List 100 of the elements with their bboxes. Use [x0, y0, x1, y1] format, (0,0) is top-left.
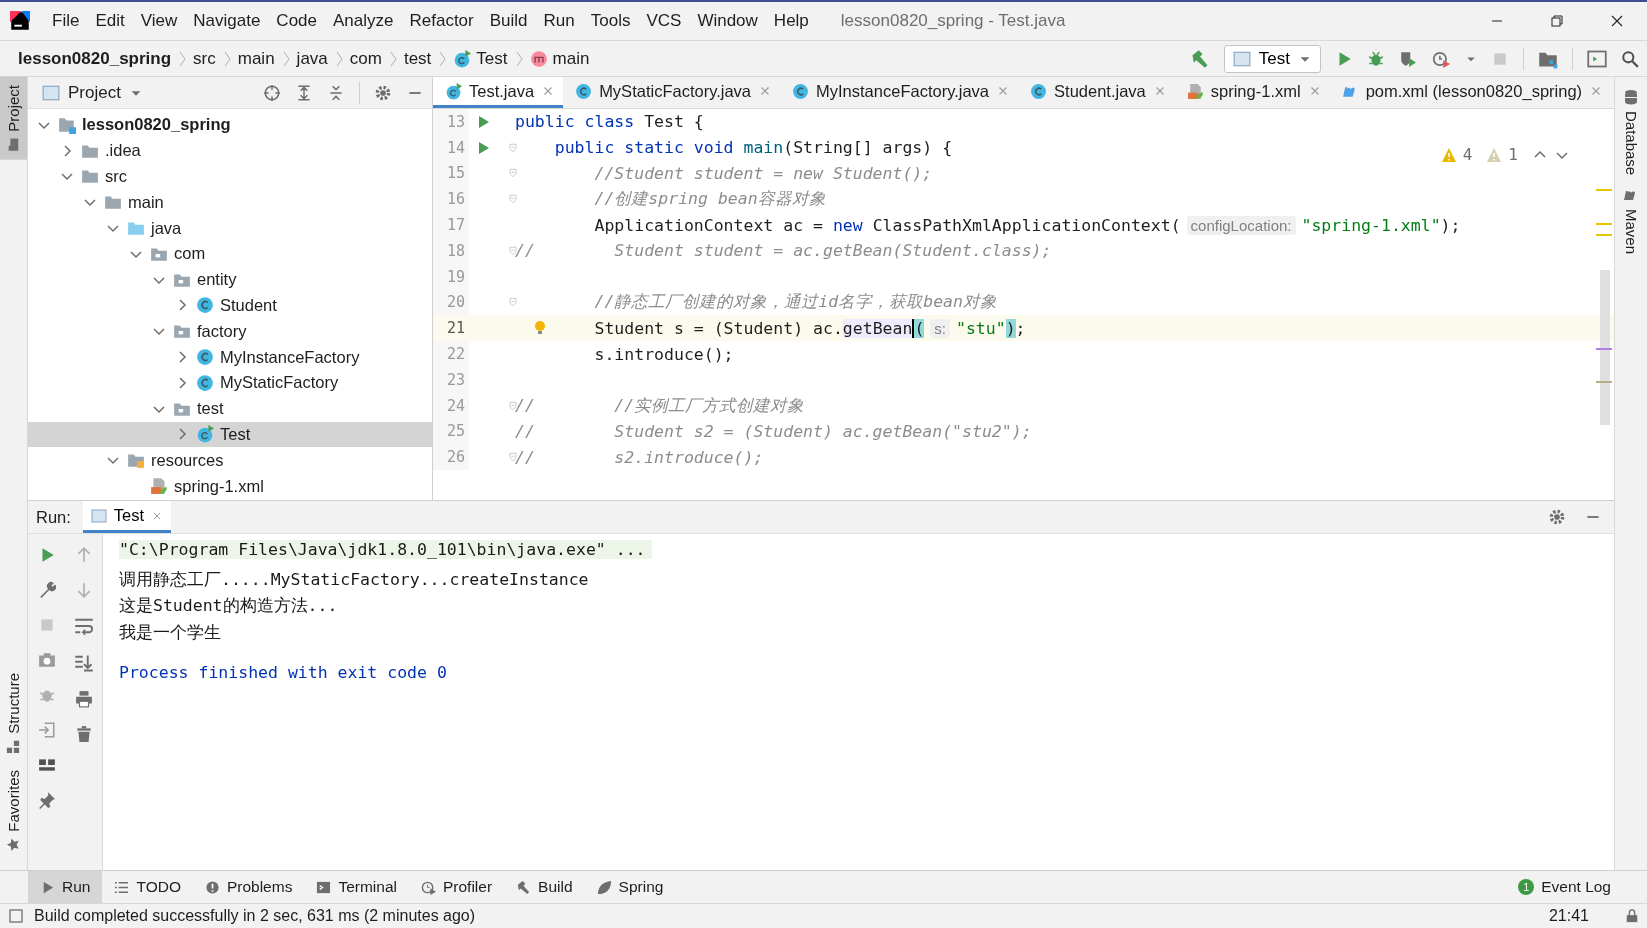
menu-item[interactable]: Refactor: [401, 8, 482, 34]
menu-item[interactable]: Tools: [582, 8, 639, 34]
menu-item[interactable]: Edit: [87, 8, 133, 34]
line-number: 24: [433, 392, 469, 419]
soft-wrap-icon[interactable]: [73, 616, 94, 636]
weak-warning-marker[interactable]: [1596, 381, 1612, 383]
code-line: // Student s2 = (Student) ac.getBean("stu2");: [515, 421, 1032, 441]
tree-item[interactable]: spring-1.xml: [28, 473, 432, 499]
breadcrumb[interactable]: test: [399, 48, 436, 69]
tree-item[interactable]: resources: [28, 447, 432, 474]
warning-marker[interactable]: [1596, 234, 1612, 236]
window-title: lesson0820_spring - Test.java: [840, 11, 1067, 31]
cursor-position[interactable]: 21:41: [1548, 907, 1589, 925]
breadcrumb[interactable]: lesson0820_spring: [14, 48, 176, 69]
editor-tab[interactable]: Test.java: [433, 77, 564, 108]
tree-item[interactable]: Student: [28, 292, 432, 319]
tool-window-tab[interactable]: Spring: [584, 871, 676, 903]
search-icon[interactable]: [1621, 49, 1639, 68]
tree-item[interactable]: src: [28, 163, 432, 190]
line-number: 22: [433, 341, 469, 367]
lock-icon[interactable]: [1625, 909, 1639, 923]
console-line: 调用静态工厂.....MyStaticFactory...createInstance: [119, 568, 589, 591]
warning-marker[interactable]: [1596, 189, 1612, 191]
menu-item[interactable]: Build: [481, 8, 536, 34]
tool-window-tab[interactable]: Maven: [1620, 183, 1642, 259]
layout-icon[interactable]: [37, 756, 56, 774]
breadcrumb[interactable]: main: [233, 48, 279, 69]
editor-tab[interactable]: MyStaticFactory.java: [563, 77, 781, 108]
breadcrumb[interactable]: com: [345, 48, 386, 69]
tree-item[interactable]: Test: [28, 421, 432, 448]
editor-tab[interactable]: spring-1.xml: [1174, 77, 1330, 108]
source-folder-icon: [127, 219, 145, 238]
editor-tab[interactable]: Student.java: [1018, 77, 1175, 108]
run-configuration-dropdown[interactable]: Test: [1223, 44, 1321, 73]
coverage-icon[interactable]: [1399, 49, 1417, 68]
settings-icon[interactable]: [1548, 508, 1566, 526]
breadcrumb[interactable]: Test: [449, 48, 512, 69]
tool-window-tab[interactable]: Profiler: [409, 871, 505, 903]
menu-item[interactable]: Navigate: [185, 8, 269, 34]
tree-item[interactable]: lesson0820_spring: [28, 112, 432, 138]
profiler-icon[interactable]: [1431, 49, 1451, 68]
tree-item[interactable]: com: [28, 241, 432, 267]
code-line: //Student student = new Student();: [593, 164, 933, 183]
warning-marker[interactable]: [1596, 223, 1612, 225]
menu-item[interactable]: Window: [689, 8, 766, 34]
database-icon: [1623, 89, 1639, 105]
editor-tab[interactable]: pom.xml (lesson0820_spring): [1329, 77, 1612, 108]
close-icon[interactable]: [1609, 13, 1625, 29]
locate-icon[interactable]: [263, 83, 281, 102]
runnable-class-icon: [445, 82, 462, 100]
menu-item[interactable]: Run: [535, 8, 583, 34]
camera-icon[interactable]: [37, 651, 56, 669]
menu-item[interactable]: Code: [268, 8, 325, 34]
window-icon: [1232, 49, 1251, 68]
breadcrumb[interactable]: src: [189, 48, 220, 69]
restore-icon[interactable]: [1549, 13, 1565, 29]
event-log-button[interactable]: 1 Event Log: [1512, 877, 1617, 897]
tool-window-tab[interactable]: TODO: [102, 871, 193, 903]
scrollbar-thumb[interactable]: [1600, 270, 1610, 425]
console-tab[interactable]: Test: [82, 501, 172, 533]
scroll-to-end-icon[interactable]: [73, 653, 94, 673]
breadcrumb[interactable]: java: [292, 48, 332, 69]
warning-icon[interactable]: [1440, 146, 1457, 163]
tree-item[interactable]: entity: [28, 266, 432, 293]
tool-window-tab[interactable]: Problems: [192, 871, 305, 903]
tree-item[interactable]: java: [28, 215, 432, 241]
trash-icon[interactable]: [74, 725, 93, 743]
tree-item[interactable]: main: [28, 189, 432, 216]
expand-all-icon[interactable]: [295, 83, 313, 102]
tool-window-tab[interactable]: Project: [0, 77, 27, 160]
structure-icon: [6, 740, 21, 755]
warning-count: 4: [1462, 145, 1473, 164]
tool-window-tab[interactable]: Favorites: [0, 762, 27, 860]
editor-tab[interactable]: MyInstanceFactory.java: [780, 77, 1019, 108]
menu-item[interactable]: View: [132, 8, 186, 34]
breadcrumb[interactable]: main: [525, 48, 594, 69]
menu-item[interactable]: Analyze: [325, 8, 402, 34]
menu-item[interactable]: Help: [765, 8, 817, 34]
terminal-window-icon[interactable]: [1587, 48, 1607, 69]
line-number: 18: [433, 238, 469, 264]
tool-window-tab[interactable]: Structure: [0, 665, 27, 763]
tool-window-tab[interactable]: Database: [1620, 85, 1642, 180]
weak-warning-icon[interactable]: [1486, 146, 1503, 163]
tree-item[interactable]: test: [28, 395, 432, 422]
tree-item[interactable]: MyInstanceFactory: [28, 344, 432, 370]
menu-item[interactable]: VCS: [638, 8, 690, 34]
collapse-all-icon[interactable]: [327, 83, 345, 102]
tree-item[interactable]: MyStaticFactory: [28, 369, 432, 396]
status-toggle-icon[interactable]: [8, 908, 24, 924]
tool-window-tab[interactable]: Terminal: [304, 871, 409, 903]
print-icon[interactable]: [74, 690, 93, 708]
settings-icon[interactable]: [374, 83, 392, 102]
tree-item[interactable]: .idea: [28, 137, 432, 164]
tree-item[interactable]: factory: [28, 318, 432, 345]
exit-arrow-icon[interactable]: [37, 721, 56, 739]
menu-item[interactable]: File: [44, 8, 88, 34]
debug-bug-icon[interactable]: [1367, 49, 1385, 68]
tool-window-tab[interactable]: Build: [504, 871, 585, 903]
pin-icon[interactable]: [37, 791, 56, 809]
tool-window-tab[interactable]: Run: [28, 871, 103, 903]
